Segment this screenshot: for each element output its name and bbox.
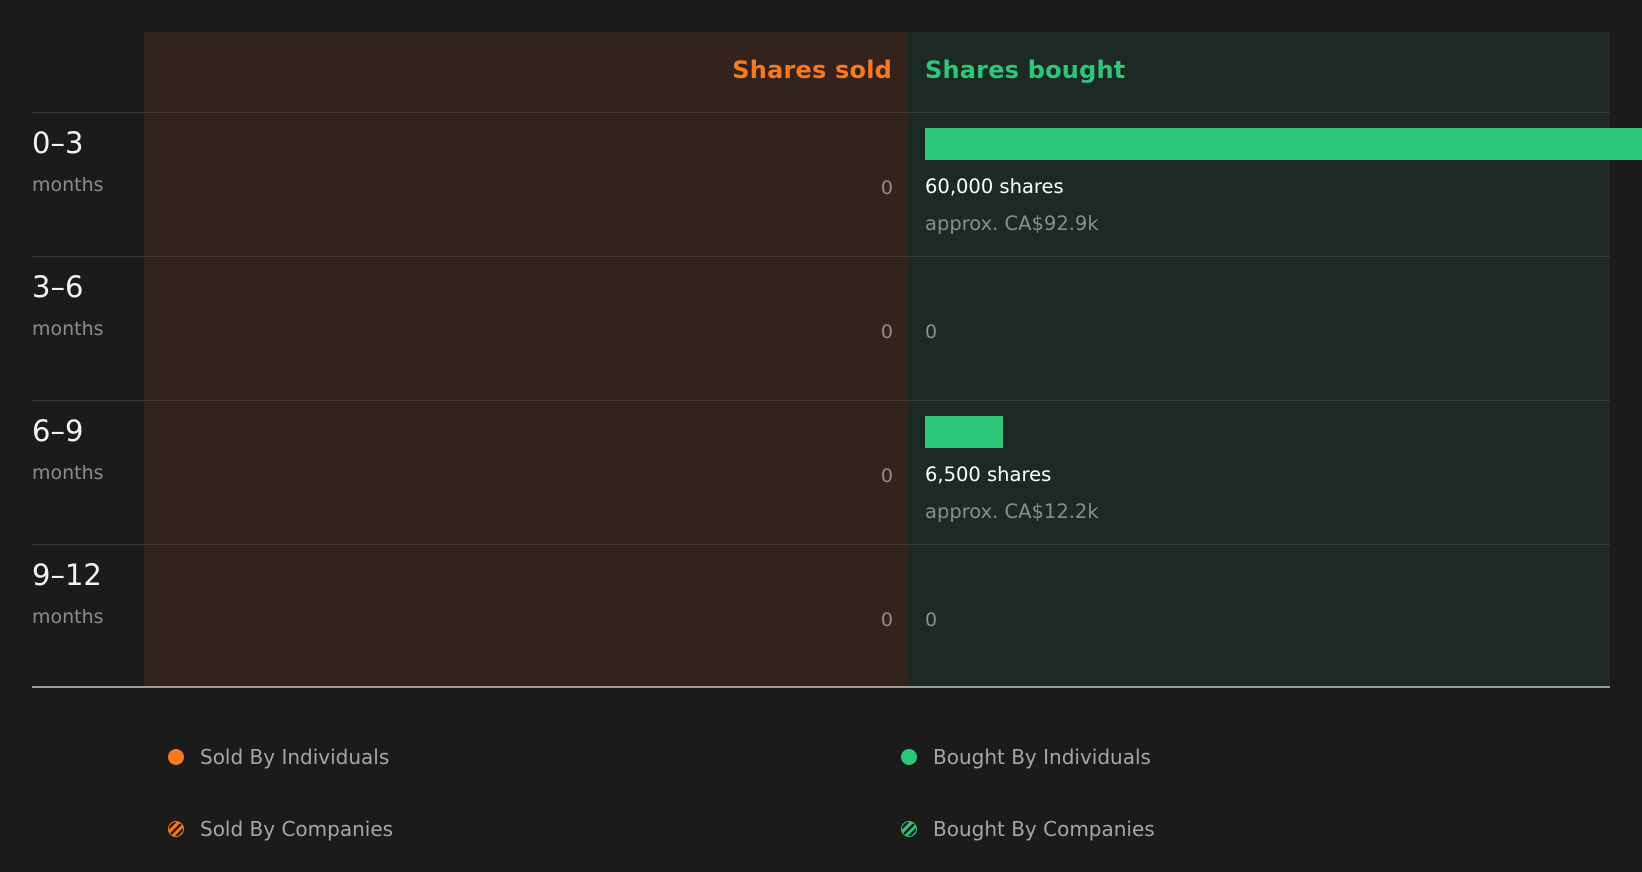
shares-sold-value: 0	[880, 465, 893, 487]
shares-bought-count: 60,000 shares	[925, 175, 1064, 198]
legend-label: Sold By Companies	[200, 817, 394, 841]
legend-marker-bought-companies	[901, 821, 917, 837]
legend-marker-bought-individuals	[901, 749, 917, 765]
legend-item-sold-companies: Sold By Companies	[168, 815, 393, 843]
period-row: 0–3 months 0 60,000 shares approx. CA$92.9k	[32, 112, 1642, 257]
legend-label: Bought By Individuals	[933, 745, 1151, 769]
legend-item-bought-individuals: Bought By Individuals	[901, 743, 1151, 771]
shares-sold-value: 0	[880, 321, 893, 343]
legend-item-sold-individuals: Sold By Individuals	[168, 743, 389, 771]
period-range-label: 9–12	[32, 558, 102, 592]
shares-bought-bar	[925, 416, 1003, 448]
legend-marker-sold-companies	[168, 821, 184, 837]
shares-sold-header: Shares sold	[732, 56, 892, 84]
legend-label: Bought By Companies	[933, 817, 1155, 841]
axis-line	[32, 686, 1610, 688]
shares-sold-value: 0	[880, 177, 893, 199]
period-unit-label: months	[32, 318, 104, 340]
period-unit-label: months	[32, 174, 104, 196]
period-unit-label: months	[32, 462, 104, 484]
shares-bought-bar	[925, 128, 1642, 160]
period-range-label: 3–6	[32, 270, 84, 304]
period-unit-label: months	[32, 606, 104, 628]
period-row: 6–9 months 0 6,500 shares approx. CA$12.2k	[32, 400, 1610, 545]
shares-bought-value: 0	[925, 321, 938, 343]
shares-bought-approx-value: approx. CA$92.9k	[925, 212, 1099, 235]
period-range-label: 6–9	[32, 414, 84, 448]
period-range-label: 0–3	[32, 126, 84, 160]
period-row: 9–12 months 0 0	[32, 544, 1610, 689]
shares-bought-count: 6,500 shares	[925, 463, 1052, 486]
shares-bought-value: 0	[925, 609, 938, 631]
legend-item-bought-companies: Bought By Companies	[901, 815, 1155, 843]
shares-sold-value: 0	[880, 609, 893, 631]
shares-bought-header: Shares bought	[925, 56, 1126, 84]
period-row: 3–6 months 0 0	[32, 256, 1610, 401]
legend-label: Sold By Individuals	[200, 745, 390, 769]
legend-marker-sold-individuals	[168, 749, 184, 765]
shares-bought-approx-value: approx. CA$12.2k	[925, 500, 1099, 523]
